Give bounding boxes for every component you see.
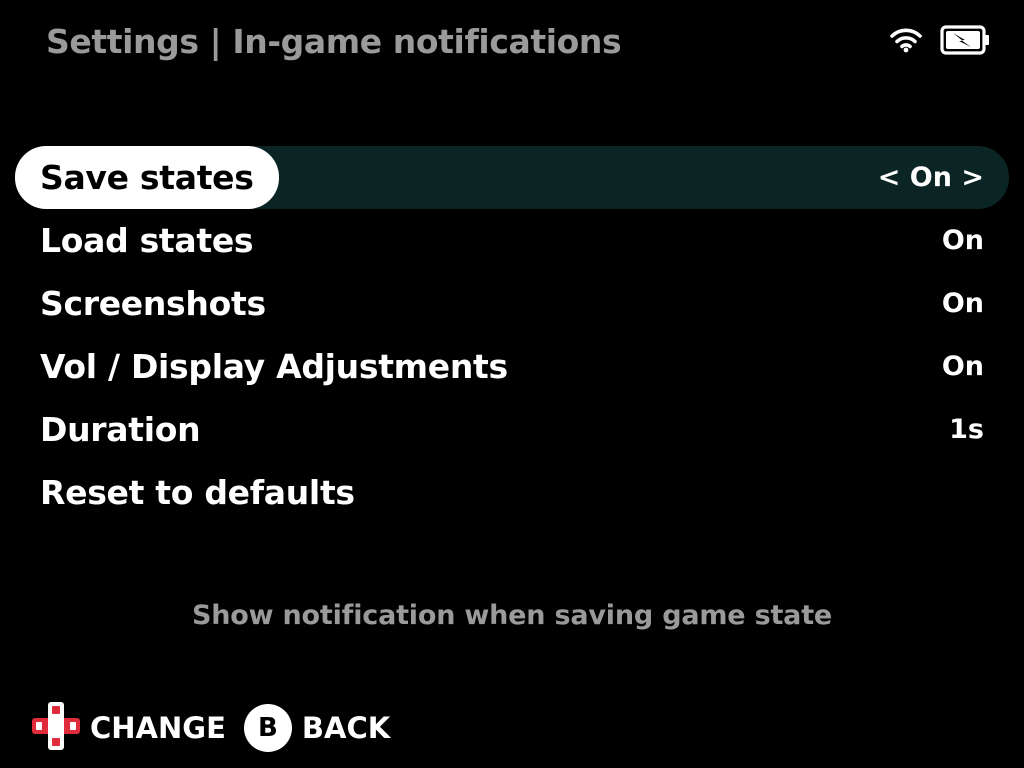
- menu-item-value: 1s: [949, 414, 984, 445]
- menu-item-screenshots[interactable]: Screenshots On: [15, 272, 1009, 335]
- battery-charging-icon: [940, 24, 992, 56]
- wifi-icon: [890, 27, 922, 53]
- menu-item-reset-to-defaults[interactable]: Reset to defaults: [15, 461, 1009, 524]
- menu-item-label: Vol / Display Adjustments: [40, 347, 508, 386]
- menu-item-label: Reset to defaults: [40, 473, 355, 512]
- menu-item-value: On: [941, 288, 984, 319]
- menu-item-label: Save states: [15, 146, 279, 209]
- menu-item-value: On: [941, 225, 984, 256]
- menu-item-label: Duration: [40, 410, 201, 449]
- back-hint[interactable]: B BACK: [243, 704, 391, 752]
- menu-item-vol-display-adjustments[interactable]: Vol / Display Adjustments On: [15, 335, 1009, 398]
- status-area: [890, 24, 992, 56]
- dpad-icon: [32, 702, 80, 754]
- menu-item-label: Screenshots: [40, 284, 266, 323]
- back-label: BACK: [301, 711, 391, 745]
- menu-item-save-states[interactable]: Save states < On >: [15, 146, 1009, 209]
- menu-item-load-states[interactable]: Load states On: [15, 209, 1009, 272]
- settings-menu: Save states < On > Load states On Screen…: [15, 146, 1009, 524]
- menu-item-label: Load states: [40, 221, 254, 260]
- menu-item-duration[interactable]: Duration 1s: [15, 398, 1009, 461]
- button-hints: CHANGE B BACK: [32, 702, 408, 754]
- menu-item-value: < On >: [877, 162, 984, 193]
- change-hint[interactable]: CHANGE: [32, 702, 226, 754]
- item-description: Show notification when saving game state: [191, 600, 833, 631]
- b-button-icon: B: [243, 704, 292, 752]
- change-label: CHANGE: [90, 711, 226, 745]
- menu-item-value: On: [941, 351, 984, 382]
- header-title: Settings | In-game notifications: [46, 22, 622, 61]
